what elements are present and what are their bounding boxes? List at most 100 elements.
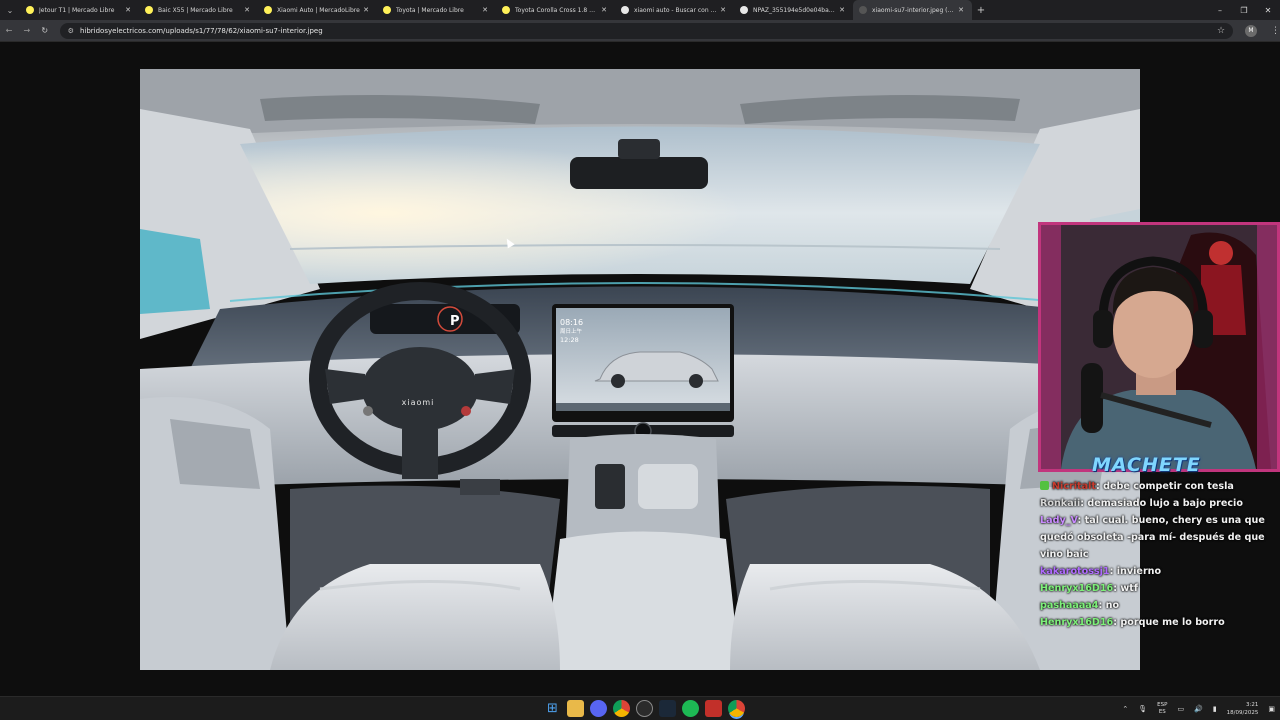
- tab-favicon-icon: [859, 6, 867, 14]
- browser-tab[interactable]: Toyota | Mercado Libre ✕: [377, 0, 496, 20]
- streamer-webcam: [1038, 222, 1280, 472]
- file-explorer-icon[interactable]: [567, 700, 584, 717]
- tab-title: xiaomi auto - Buscar con Google: [634, 6, 718, 14]
- streamer-name: MACHETE: [1092, 454, 1201, 476]
- browser-tab[interactable]: Jetour T1 | Mercado Libre ✕: [20, 0, 139, 20]
- chrome-icon[interactable]: [613, 700, 630, 717]
- tab-close-icon[interactable]: ✕: [361, 6, 371, 14]
- bookmark-star-icon[interactable]: ☆: [1217, 26, 1225, 36]
- reload-button[interactable]: ↻: [36, 20, 54, 42]
- battery-icon[interactable]: ▮: [1213, 705, 1217, 713]
- discord-icon[interactable]: [590, 700, 607, 717]
- tab-close-icon[interactable]: ✕: [123, 6, 133, 14]
- back-button[interactable]: ←: [0, 20, 18, 42]
- browser-tab[interactable]: xiaomi auto - Buscar con Google✕: [615, 0, 734, 20]
- chat-text: : no: [1098, 600, 1120, 611]
- tab-favicon-icon: [145, 6, 153, 14]
- chat-message: Ronkaii: demasiado lujo a bajo precio: [1040, 495, 1280, 512]
- clock[interactable]: 3:21 18/09/2025: [1227, 701, 1259, 717]
- window-controls: – ❐ ✕: [1208, 0, 1280, 20]
- browser-tab[interactable]: Xiaomi Auto | MercadoLibre ✕: [258, 0, 377, 20]
- chat-message: Henryx16D16: wtf: [1040, 580, 1280, 597]
- tab-favicon-icon: [26, 6, 34, 14]
- chrome-2-icon[interactable]: [728, 700, 745, 717]
- tab-close-icon[interactable]: ✕: [599, 6, 609, 14]
- volume-icon[interactable]: 🔊: [1194, 705, 1203, 713]
- language-bottom: ES: [1158, 709, 1166, 715]
- system-tray: ⌃ 🎙 ESP ES ▭ 🔊 ▮ 3:21 18/09/2025 ▣: [1117, 697, 1280, 720]
- steam-icon[interactable]: [659, 700, 676, 717]
- tab-favicon-icon: [264, 6, 272, 14]
- spotify-icon[interactable]: [682, 700, 699, 717]
- tab-search-button[interactable]: ⌄: [0, 0, 20, 20]
- windows-taskbar: ⊞ ⌃ 🎙 ESP ES ▭ 🔊 ▮ 3:21 18/09/2025 ▣: [0, 696, 1280, 720]
- chat-text: : wtf: [1113, 583, 1139, 594]
- microphone-icon[interactable]: 🎙: [1138, 705, 1147, 713]
- browser-tab[interactable]: NPAZ_355194e5d0e04bae9f0a ✕: [734, 0, 853, 20]
- site-info-icon[interactable]: ⚙: [68, 27, 74, 35]
- tab-close-icon[interactable]: ✕: [480, 6, 490, 14]
- forward-button[interactable]: →: [18, 20, 36, 42]
- tab-close-icon[interactable]: ✕: [956, 6, 966, 14]
- tab-favicon-icon: [621, 6, 629, 14]
- news-app-icon[interactable]: [705, 700, 722, 717]
- tab-list: Jetour T1 | Mercado Libre ✕ Baic X55 | Mer…: [20, 0, 972, 20]
- minimize-icon[interactable]: –: [1208, 0, 1232, 20]
- steering-wheel-brand: xiaomi: [402, 398, 435, 407]
- browser-tab[interactable]: xiaomi-su7-interior.jpeg (2000×✕: [853, 0, 972, 20]
- tab-title: xiaomi-su7-interior.jpeg (2000×: [872, 6, 956, 14]
- chat-text: : debe competir con tesla: [1095, 481, 1234, 492]
- stream-chat: Nicritalt: debe competir con tesla Ronkai…: [1040, 478, 1280, 631]
- chat-badge-icon: [1040, 481, 1049, 490]
- profile-avatar[interactable]: M: [1245, 24, 1257, 37]
- close-window-icon[interactable]: ✕: [1256, 0, 1280, 20]
- webcam-illustration: [1041, 225, 1277, 469]
- windows-start-icon[interactable]: ⊞: [544, 700, 561, 717]
- language-indicator[interactable]: ESP ES: [1157, 702, 1167, 716]
- chat-username: Nicritalt: [1052, 481, 1096, 492]
- gear-indicator: P: [450, 314, 460, 329]
- clock-time: 3:21: [1246, 702, 1259, 708]
- tab-close-icon[interactable]: ✕: [242, 6, 252, 14]
- language-top: ESP: [1157, 702, 1168, 708]
- tab-close-icon[interactable]: ✕: [837, 6, 847, 14]
- screen: ⌄ Jetour T1 | Mercado Libre ✕ Baic X55 | M…: [0, 0, 1280, 720]
- chat-text: : porque me lo borro: [1113, 617, 1225, 628]
- tab-favicon-icon: [502, 6, 510, 14]
- chat-username: Henryx16D16: [1040, 583, 1114, 594]
- new-tab-button[interactable]: +: [972, 5, 990, 16]
- tab-close-icon[interactable]: ✕: [718, 6, 728, 14]
- notification-icon[interactable]: ▣: [1268, 705, 1275, 713]
- browser-toolbar: ← → ↻ ⚙ hibridosyelectricos.com/uploads/…: [0, 20, 1280, 42]
- car-screen-time2: 12:28: [560, 336, 579, 344]
- tab-favicon-icon: [740, 6, 748, 14]
- browser-menu-icon[interactable]: ⋮: [1271, 26, 1280, 36]
- network-icon[interactable]: ▭: [1177, 705, 1184, 713]
- chat-username: kakarotossj1: [1040, 566, 1110, 577]
- browser-tab[interactable]: Toyota Corolla Cross 1.8 Hev Se✕: [496, 0, 615, 20]
- chat-message: kakarotossj1: invierno: [1040, 563, 1280, 580]
- taskbar-apps: ⊞: [544, 700, 745, 717]
- chat-message: pashaaaa4: no: [1040, 597, 1280, 614]
- chat-username: Lady_V: [1040, 515, 1078, 526]
- tab-title: Xiaomi Auto | MercadoLibre: [277, 6, 360, 14]
- tab-title: Baic X55 | Mercado Libre: [158, 6, 233, 14]
- chat-username: Ronkaii: [1040, 498, 1081, 509]
- browser-tab-strip: ⌄ Jetour T1 | Mercado Libre ✕ Baic X55 | M…: [0, 0, 1280, 20]
- chat-message: Nicritalt: debe competir con tesla: [1040, 478, 1280, 495]
- url-text[interactable]: hibridosyelectricos.com/uploads/s1/77/78…: [80, 27, 1213, 35]
- tray-chevron-icon[interactable]: ⌃: [1122, 705, 1128, 713]
- chat-text: : demasiado lujo a bajo precio: [1080, 498, 1243, 509]
- car-interior-image: P xiaomi 08:16 周日上午 12:28: [140, 69, 1140, 670]
- address-bar[interactable]: ⚙ hibridosyelectricos.com/uploads/s1/77/…: [59, 22, 1234, 39]
- tab-title: Jetour T1 | Mercado Libre: [39, 6, 115, 14]
- car-screen-subtitle: 周日上午: [560, 327, 583, 335]
- obs-icon[interactable]: [636, 700, 653, 717]
- restore-icon[interactable]: ❐: [1232, 0, 1256, 20]
- tab-favicon-icon: [383, 6, 391, 14]
- car-interior-illustration: P xiaomi 08:16 周日上午 12:28: [140, 69, 1140, 670]
- chat-text: : invierno: [1109, 566, 1162, 577]
- browser-tab[interactable]: Baic X55 | Mercado Libre ✕: [139, 0, 258, 20]
- tab-title: Toyota | Mercado Libre: [396, 6, 464, 14]
- chat-username: Henryx16D16: [1040, 617, 1114, 628]
